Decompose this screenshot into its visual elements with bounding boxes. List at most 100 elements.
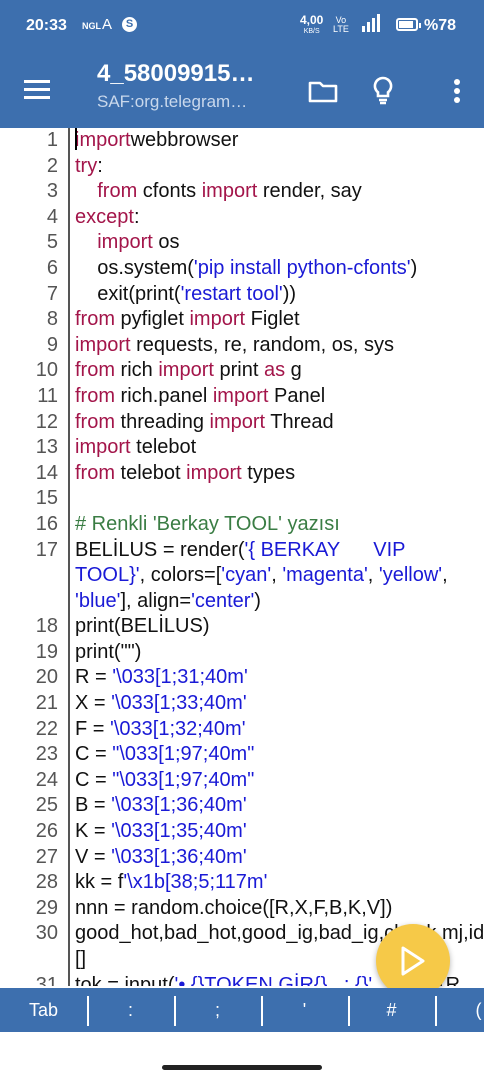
code-text[interactable]: V = '\033[1;36;40m' (58, 845, 467, 871)
lightbulb-icon[interactable] (366, 74, 400, 108)
key-hash[interactable]: # (348, 995, 435, 1026)
key-paren[interactable]: ( (435, 995, 484, 1026)
code-text[interactable]: nnn = random.choice([R,X,F,B,K,V]) (58, 896, 467, 922)
code-token: : (97, 154, 103, 177)
code-text[interactable]: from cfonts import render, say (58, 179, 467, 205)
code-token: )) (282, 282, 297, 305)
key-semicolon[interactable]: ; (174, 995, 261, 1026)
key-colon[interactable]: : (87, 995, 174, 1026)
code-token: Figlet (245, 308, 300, 331)
line-number: 5 (46, 231, 58, 254)
code-text[interactable]: from pyfiglet import Figlet (58, 307, 467, 333)
file-title: 4_58009915… (97, 60, 255, 87)
code-token: '\033[1;31;40m' (112, 666, 248, 689)
code-line[interactable]: 21 X = '\033[1;33;40m' (0, 691, 484, 717)
code-line[interactable]: 17 BELİLUS = render('{ BERKAY VIP TOOL}',… (0, 538, 484, 615)
code-text[interactable]: try: (58, 154, 467, 180)
code-line[interactable]: 23 C = "\033[1;97;40m" (0, 742, 484, 768)
code-text[interactable]: from rich.panel import Panel (58, 384, 467, 410)
code-token: C = (75, 743, 113, 766)
code-text[interactable]: import requests, re, random, os, sys (58, 333, 467, 359)
code-token: os.system( (75, 256, 194, 279)
code-token: pyfiglet (115, 308, 190, 331)
code-text[interactable]: from telebot import types (58, 461, 467, 487)
code-text[interactable]: import os (58, 230, 467, 256)
code-line[interactable]: 4 except: (0, 205, 484, 231)
code-token: as (263, 359, 286, 382)
code-line[interactable]: 12 from threading import Thread (0, 410, 484, 436)
code-token: import (209, 410, 266, 433)
code-line[interactable]: 3 from cfonts import render, say (0, 179, 484, 205)
run-button[interactable] (376, 924, 450, 998)
code-text[interactable]: from rich import print as g (58, 358, 467, 384)
menu-icon[interactable] (24, 80, 50, 100)
code-text[interactable]: BELİLUS = render('{ BERKAY VIP TOOL}', c… (58, 538, 467, 615)
code-token: rich.panel (115, 384, 213, 407)
code-line[interactable]: 28 kk = f'\x1b[38;5;117m' (0, 870, 484, 896)
code-text[interactable]: C = "\033[1;97;40m" (58, 768, 467, 794)
signal-icon (362, 14, 380, 32)
code-line[interactable]: 7 exit(print('restart tool')) (0, 282, 484, 308)
more-vert-icon[interactable] (440, 74, 474, 108)
code-token: try (75, 154, 98, 177)
code-text[interactable]: C = "\033[1;97;40m" (58, 742, 467, 768)
code-line[interactable]: 25 B = '\033[1;36;40m' (0, 793, 484, 819)
code-line[interactable]: 29 nnn = random.choice([R,X,F,B,K,V]) (0, 896, 484, 922)
code-line[interactable]: 6 os.system('pip install python-cfonts') (0, 256, 484, 282)
code-text[interactable]: # Renkli 'Berkay TOOL' yazısı (58, 512, 467, 538)
code-line[interactable]: 26 K = '\033[1;35;40m' (0, 819, 484, 845)
code-line[interactable]: 9 import requests, re, random, os, sys (0, 333, 484, 359)
line-number: 3 (46, 180, 58, 203)
code-line[interactable]: 20 R = '\033[1;31;40m' (0, 665, 484, 691)
code-text[interactable]: R = '\033[1;31;40m' (58, 665, 467, 691)
code-line[interactable]: 10 from rich import print as g (0, 358, 484, 384)
code-line[interactable]: 22 F = '\033[1;32;40m' (0, 717, 484, 743)
font-a-icon: A (102, 16, 113, 33)
code-text[interactable]: from threading import Thread (58, 410, 467, 436)
code-token: 'center' (191, 589, 255, 612)
code-line[interactable]: 8 from pyfiglet import Figlet (0, 307, 484, 333)
code-line[interactable]: 1 importwebbrowser (0, 128, 484, 154)
code-line[interactable]: 13 import telebot (0, 435, 484, 461)
code-text[interactable]: X = '\033[1;33;40m' (58, 691, 467, 717)
code-line[interactable]: 18 print(BELİLUS) (0, 614, 484, 640)
code-line[interactable]: 15 (0, 486, 484, 512)
code-editor[interactable]: 1 importwebbrowser 2 try: 3 from cfonts impo… (0, 128, 484, 986)
code-line[interactable]: 16 # Renkli 'Berkay TOOL' yazısı (0, 512, 484, 538)
key-tab[interactable]: Tab (0, 1000, 87, 1021)
code-line[interactable]: 5 import os (0, 230, 484, 256)
code-text[interactable]: K = '\033[1;35;40m' (58, 819, 467, 845)
code-lines[interactable]: 1 importwebbrowser 2 try: 3 from cfonts impo… (0, 128, 484, 986)
code-token: render, say (257, 180, 362, 203)
code-token: 'cyan' (221, 564, 272, 587)
code-text[interactable]: print("") (58, 640, 467, 666)
code-line[interactable]: 19 print("") (0, 640, 484, 666)
code-text[interactable]: B = '\033[1;36;40m' (58, 793, 467, 819)
code-line[interactable]: 24 C = "\033[1;97;40m" (0, 768, 484, 794)
code-line[interactable]: 2 try: (0, 154, 484, 180)
code-text[interactable] (58, 486, 467, 512)
code-text[interactable]: print(BELİLUS) (58, 614, 467, 640)
folder-icon[interactable] (306, 74, 340, 108)
code-line[interactable]: 27 V = '\033[1;36;40m' (0, 845, 484, 871)
key-quote[interactable]: ' (261, 995, 348, 1026)
code-token: B = (75, 794, 112, 817)
gesture-handle[interactable] (162, 1065, 322, 1070)
code-text[interactable]: F = '\033[1;32;40m' (58, 717, 467, 743)
code-line[interactable]: 14 from telebot import types (0, 461, 484, 487)
code-text[interactable]: kk = f'\x1b[38;5;117m' (58, 870, 467, 896)
code-text[interactable]: import telebot (58, 435, 467, 461)
code-text[interactable]: except: (58, 205, 467, 231)
line-number: 29 (35, 896, 58, 919)
code-token: "\033[1;97;40m" (112, 768, 255, 791)
code-text[interactable]: exit(print('restart tool')) (58, 282, 467, 308)
code-text[interactable]: importwebbrowser (58, 128, 467, 154)
code-line[interactable]: 11 from rich.panel import Panel (0, 384, 484, 410)
line-number: 25 (35, 794, 58, 817)
code-token: kk = f (75, 871, 124, 894)
code-token: F = (75, 717, 111, 740)
code-token: # Renkli 'Berkay TOOL' yazısı (75, 512, 340, 535)
line-number: 31 (35, 973, 58, 986)
line-number: 19 (35, 640, 58, 663)
code-text[interactable]: os.system('pip install python-cfonts') (58, 256, 467, 282)
